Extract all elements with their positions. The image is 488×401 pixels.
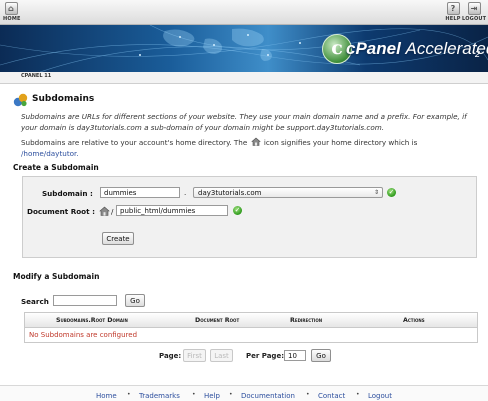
per-page-input[interactable]: 10 <box>284 350 306 361</box>
document-root-prefix: / <box>111 207 114 216</box>
footer-separator: • <box>306 391 310 398</box>
home-note-text-2: icon signifies your home directory which… <box>263 138 418 147</box>
table-header-row: Subdomains.Root Domain Document Root Red… <box>25 313 477 328</box>
subdomain-valid-check-icon: ✓ <box>387 188 396 197</box>
logout-icon: ⇥ <box>467 2 481 15</box>
footer-link-trademarks[interactable]: Trademarks <box>139 392 180 400</box>
home-note-text: Subdomains are relative to your account'… <box>21 138 248 147</box>
first-page-button[interactable]: First <box>183 349 206 362</box>
per-page-go-button[interactable]: Go <box>311 349 331 362</box>
page-label: Page: <box>159 352 182 360</box>
subdomain-input[interactable]: dummies <box>100 187 180 198</box>
help-icon: ? <box>446 2 460 15</box>
create-subdomain-panel: Subdomain : dummies . day3tutorials.com … <box>22 176 477 258</box>
logout-label: LOGOUT <box>462 16 487 22</box>
logout-button[interactable]: ⇥ LOGOUT <box>462 2 486 22</box>
page-description: Subdomains are URLs for different sectio… <box>21 112 467 132</box>
top-toolbar: ⌂ HOME ? HELP ⇥ LOGOUT <box>0 0 488 25</box>
footer-separator: • <box>192 391 196 398</box>
home-button[interactable]: ⌂ HOME <box>3 2 21 22</box>
home-icon: ⌂ <box>4 2 18 15</box>
select-arrows-icon: ⇕ <box>373 189 379 196</box>
footer-link-contact[interactable]: Contact <box>318 392 345 400</box>
help-label: HELP <box>445 16 461 22</box>
footer-separator: • <box>356 391 360 398</box>
home-directory-path: /home/daytutor. <box>21 148 79 158</box>
footer-nav: Home • Trademarks • Help • Documentation… <box>0 385 488 401</box>
footer-link-help[interactable]: Help <box>204 392 220 400</box>
col-header-actions: Actions <box>403 317 425 324</box>
footer-link-home[interactable]: Home <box>96 392 117 400</box>
footer-link-logout[interactable]: Logout <box>368 392 392 400</box>
home-directory-icon <box>99 206 110 216</box>
footer-link-documentation[interactable]: Documentation <box>241 392 295 400</box>
help-button[interactable]: ? HELP <box>445 2 461 22</box>
create-subdomain-heading: Create a Subdomain <box>13 163 99 172</box>
breadcrumb: CPANEL 11 <box>0 72 488 84</box>
home-directory-note: Subdomains are relative to your account'… <box>21 137 476 159</box>
document-root-label: Document Root : <box>27 207 95 216</box>
col-header-subdomain[interactable]: Subdomains.Root Domain <box>56 317 128 324</box>
document-root-input[interactable]: public_html/dummies <box>116 205 228 216</box>
domain-select[interactable]: day3tutorials.com ⇕ <box>193 187 383 198</box>
search-go-button[interactable]: Go <box>125 294 145 307</box>
col-header-redirection: Redirection <box>290 317 323 324</box>
cpanel-logo-subscript: 2 <box>475 49 481 59</box>
table-row: No Subdomains are configured <box>25 328 477 342</box>
empty-table-message: No Subdomains are configured <box>29 331 138 339</box>
search-label: Search <box>21 297 49 306</box>
domain-select-value: day3tutorials.com <box>198 189 262 197</box>
page-title: Subdomains <box>32 94 95 104</box>
modify-subdomain-heading: Modify a Subdomain <box>13 272 100 281</box>
footer-separator: • <box>127 391 131 398</box>
create-button[interactable]: Create <box>102 232 134 245</box>
col-header-document-root: Document Root <box>195 317 240 324</box>
document-root-valid-check-icon: ✓ <box>233 206 242 215</box>
breadcrumb-cpanel[interactable]: CPANEL 11 <box>21 73 51 79</box>
cpanel-banner: c cPanel Accelerated 2 <box>0 25 488 72</box>
footer-separator: • <box>229 391 233 398</box>
per-page-label: Per Page: <box>246 352 284 360</box>
subdomain-label: Subdomain : <box>42 189 93 198</box>
domain-dot: . <box>184 188 187 197</box>
cpanel-logo-text: cPanel Accelerated <box>346 39 488 58</box>
subdomains-table: Subdomains.Root Domain Document Root Red… <box>24 312 478 343</box>
subdomains-icon <box>13 93 28 107</box>
home-label: HOME <box>3 16 21 22</box>
search-input[interactable] <box>53 295 117 306</box>
home-directory-icon <box>250 137 261 146</box>
last-page-button[interactable]: Last <box>210 349 233 362</box>
